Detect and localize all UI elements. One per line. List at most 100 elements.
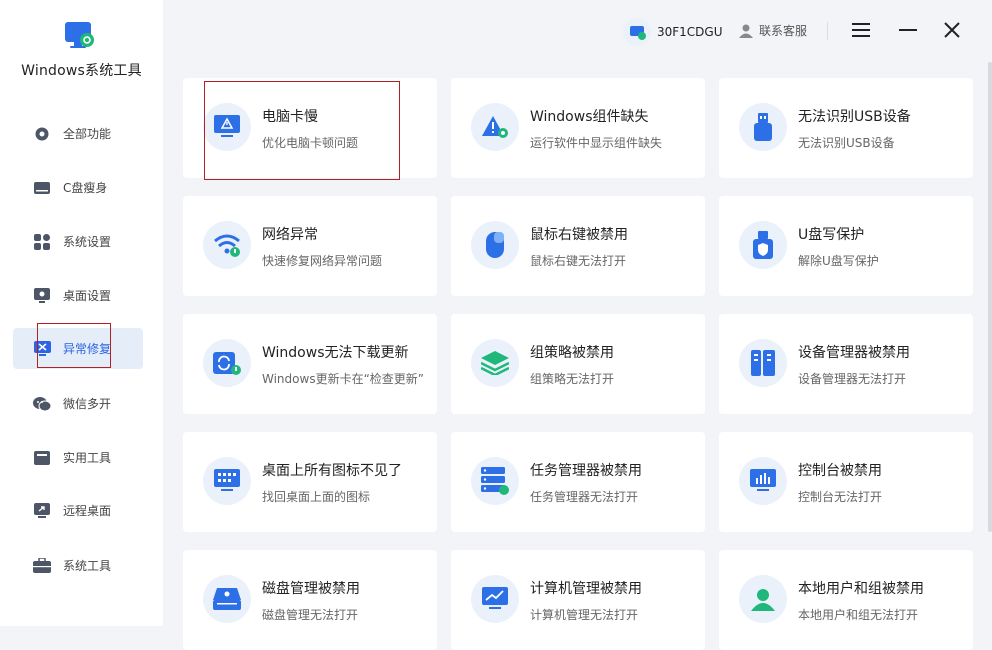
close-icon: [944, 22, 960, 38]
grid-icon: [33, 233, 51, 251]
account-button[interactable]: 30F1CDGU: [623, 18, 723, 46]
task-manager-icon: [471, 457, 519, 505]
contact-service-label: 联系客服: [759, 24, 808, 38]
card-local-users-groups-disabled[interactable]: 本地用户和组被禁用 本地用户和组无法打开: [719, 550, 973, 650]
card-desktop-icons-missing[interactable]: 桌面上所有图标不见了 找回桌面上面的图标: [183, 432, 437, 532]
card-usb-write-protect[interactable]: U盘写保护 解除U盘写保护: [719, 196, 973, 296]
card-title: Windows无法下载更新: [262, 345, 409, 361]
user-service-icon: [739, 24, 753, 38]
card-desc: 鼠标右键无法打开: [530, 254, 627, 268]
card-desc: 解除U盘写保护: [798, 254, 879, 268]
card-desc: 无法识别USB设备: [798, 136, 895, 150]
minimize-button[interactable]: [894, 16, 922, 44]
sidebar-item-exception-repair[interactable]: 异常修复: [13, 328, 143, 369]
usb-icon: [739, 103, 787, 151]
card-pc-slow[interactable]: 电脑卡慢 优化电脑卡顿问题: [183, 78, 437, 178]
sidebar-item-all-features[interactable]: 全部功能: [13, 113, 143, 154]
divider: [827, 22, 828, 40]
repair-icon: [33, 340, 51, 358]
card-title: 控制台被禁用: [798, 463, 882, 479]
app-logo-icon: [65, 22, 94, 48]
sidebar-item-label: C盘瘦身: [63, 181, 108, 195]
card-console-disabled[interactable]: 控制台被禁用 控制台无法打开: [719, 432, 973, 532]
computer-management-icon: [471, 575, 519, 623]
sidebar-item-c-drive-cleanup[interactable]: C盘瘦身: [13, 167, 143, 208]
app-title: Windows系统工具: [21, 63, 142, 79]
scrollbar[interactable]: [988, 62, 992, 532]
card-task-manager-disabled[interactable]: 任务管理器被禁用 任务管理器无法打开: [451, 432, 705, 532]
layers-icon: [471, 339, 519, 387]
card-title: 本地用户和组被禁用: [798, 581, 924, 597]
card-desc: 设备管理器无法打开: [798, 372, 907, 386]
sidebar-item-system-tools[interactable]: 系统工具: [13, 545, 143, 586]
gear-icon: [33, 125, 51, 143]
update-icon: [203, 339, 251, 387]
card-desc: 计算机管理无法打开: [530, 608, 639, 622]
card-device-manager-disabled[interactable]: 设备管理器被禁用 设备管理器无法打开: [719, 314, 973, 414]
card-desc: Windows更新卡在“检查更新”: [262, 372, 425, 386]
card-desc: 本地用户和组无法打开: [798, 608, 919, 622]
card-title: 磁盘管理被禁用: [262, 581, 360, 597]
card-desc: 优化电脑卡顿问题: [262, 136, 359, 150]
card-windows-component-missing[interactable]: Windows组件缺失 运行软件中显示组件缺失: [451, 78, 705, 178]
wechat-icon: [33, 395, 51, 413]
card-title: U盘写保护: [798, 227, 865, 243]
menu-button[interactable]: [847, 16, 875, 44]
sidebar-item-desktop-settings[interactable]: 桌面设置: [13, 275, 143, 316]
card-title: 桌面上所有图标不见了: [262, 463, 402, 479]
sidebar-item-utilities[interactable]: 实用工具: [13, 437, 143, 478]
card-title: 组策略被禁用: [530, 345, 614, 361]
card-title: 任务管理器被禁用: [530, 463, 642, 479]
card-network-error[interactable]: 网络异常 快速修复网络异常问题: [183, 196, 437, 296]
mouse-icon: [471, 221, 519, 269]
card-disk-management-disabled[interactable]: 磁盘管理被禁用 磁盘管理无法打开: [183, 550, 437, 650]
toolbox-icon: [33, 449, 51, 467]
hamburger-icon: [852, 23, 870, 37]
card-title: 设备管理器被禁用: [798, 345, 910, 361]
disk-icon: [203, 575, 251, 623]
card-desc: 任务管理器无法打开: [530, 490, 639, 504]
card-computer-management-disabled[interactable]: 计算机管理被禁用 计算机管理无法打开: [451, 550, 705, 650]
card-desc: 组策略无法打开: [530, 372, 615, 386]
sidebar-item-label: 实用工具: [63, 451, 112, 465]
card-desc: 快速修复网络异常问题: [262, 254, 383, 268]
card-usb-not-recognized[interactable]: 无法识别USB设备 无法识别USB设备: [719, 78, 973, 178]
drive-icon: [33, 179, 51, 197]
close-button[interactable]: [938, 16, 966, 44]
sidebar-item-remote-desktop[interactable]: 远程桌面: [13, 490, 143, 531]
avatar: [623, 18, 651, 46]
users-icon: [739, 575, 787, 623]
top-bar: 30F1CDGU 联系客服: [163, 0, 992, 62]
sidebar-item-label: 系统设置: [63, 235, 112, 249]
card-group-policy-disabled[interactable]: 组策略被禁用 组策略无法打开: [451, 314, 705, 414]
briefcase-icon: [33, 557, 51, 575]
account-label: 30F1CDGU: [657, 25, 723, 39]
sidebar-item-wechat-multi[interactable]: 微信多开: [13, 383, 143, 424]
sidebar-item-label: 桌面设置: [63, 289, 112, 303]
desktop-icons-icon: [203, 457, 251, 505]
card-windows-update-failed[interactable]: Windows无法下载更新 Windows更新卡在“检查更新”: [183, 314, 437, 414]
minimize-icon: [899, 29, 917, 31]
card-title: 网络异常: [262, 227, 318, 243]
card-title: 鼠标右键被禁用: [530, 227, 628, 243]
card-title: Windows组件缺失: [530, 109, 649, 125]
console-icon: [739, 457, 787, 505]
sidebar-item-label: 全部功能: [63, 127, 112, 141]
sidebar-item-label: 系统工具: [63, 559, 112, 573]
wifi-icon: [203, 221, 251, 269]
card-mouse-right-disabled[interactable]: 鼠标右键被禁用 鼠标右键无法打开: [451, 196, 705, 296]
remote-desktop-icon: [33, 502, 51, 520]
card-desc: 磁盘管理无法打开: [262, 608, 359, 622]
card-desc: 运行软件中显示组件缺失: [530, 136, 663, 150]
monitor-settings-icon: [33, 287, 51, 305]
sidebar: Windows系统工具 全部功能 C盘瘦身 系统设置 桌面设置 异常修复 微信多: [0, 0, 163, 626]
card-desc: 找回桌面上面的图标: [262, 490, 371, 504]
sidebar-item-label: 远程桌面: [63, 504, 112, 518]
card-desc: 控制台无法打开: [798, 490, 883, 504]
card-title: 无法识别USB设备: [798, 109, 911, 125]
contact-service-button[interactable]: 联系客服: [739, 22, 807, 39]
device-manager-icon: [739, 339, 787, 387]
warning-gear-icon: [471, 103, 519, 151]
sidebar-item-label: 微信多开: [63, 397, 112, 411]
sidebar-item-system-settings[interactable]: 系统设置: [13, 221, 143, 262]
